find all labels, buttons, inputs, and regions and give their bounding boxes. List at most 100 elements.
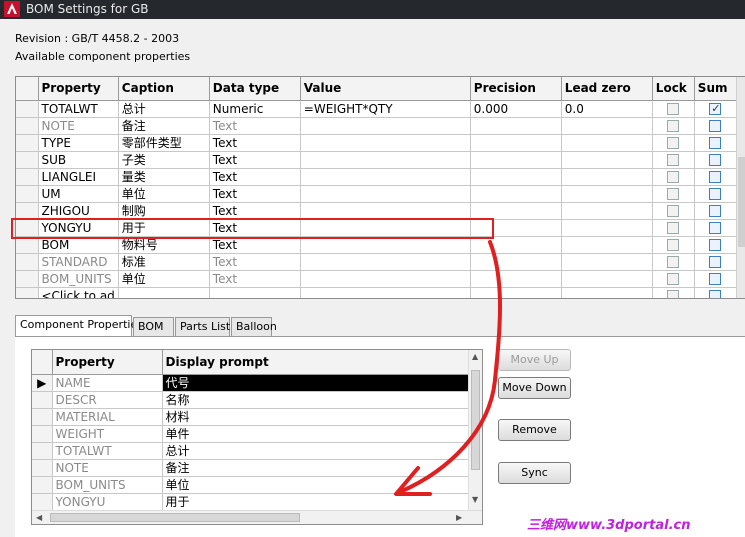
scroll-up-arrow-icon[interactable]: ▲ [472,352,478,361]
value-cell[interactable] [300,185,471,203]
caption-cell[interactable]: 备注 [118,117,210,135]
scroll-right-arrow-icon[interactable]: ▶ [456,513,462,522]
column-header-value[interactable]: Value [300,77,471,101]
property-cell[interactable]: LIANGLEI [38,168,119,186]
caption-cell[interactable]: 单位 [118,270,210,288]
table-row[interactable]: TOTALWT 总计 [32,442,469,460]
sum-checkbox[interactable] [709,273,722,285]
property-cell[interactable]: TOTALWT [52,442,163,460]
property-cell[interactable]: YONGYU [38,219,119,237]
scroll-thumb[interactable] [50,513,300,522]
property-cell[interactable]: TYPE [38,134,119,152]
move-up-button[interactable]: Move Up [498,349,571,371]
data-type-cell[interactable] [209,287,301,298]
lead-zero-cell[interactable] [561,270,653,288]
precision-cell[interactable] [470,185,562,203]
value-cell[interactable] [300,168,471,186]
lock-checkbox[interactable] [667,256,680,268]
scroll-down-arrow-icon[interactable]: ▼ [472,495,478,504]
data-type-cell[interactable]: Text [209,168,301,186]
column-header-precision[interactable]: Precision [470,77,562,101]
scroll-left-arrow-icon[interactable]: ◀ [36,513,42,522]
precision-cell[interactable] [470,287,562,298]
sum-checkbox[interactable] [709,290,722,298]
value-cell[interactable] [300,236,471,254]
table-row[interactable]: LIANGLEI 量类 Text [16,168,737,186]
prompt-grid-vertical-scrollbar[interactable]: ▲ ▼ [468,350,482,510]
lock-checkbox[interactable] [667,273,680,285]
lead-zero-cell[interactable] [561,185,653,203]
table-row[interactable]: BOM_UNITS 单位 Text [16,270,737,288]
property-cell[interactable]: NOTE [52,459,163,477]
row-header[interactable] [16,253,39,271]
precision-cell[interactable] [470,202,562,220]
property-cell[interactable]: ZHIGOU [38,202,119,220]
data-type-cell[interactable]: Numeric [209,100,301,118]
property-cell[interactable]: NAME [52,374,163,392]
lock-checkbox[interactable] [667,103,680,115]
lead-zero-cell[interactable] [561,287,653,298]
table-row[interactable]: BOM 物料号 Text [16,236,737,254]
scroll-thumb[interactable] [471,370,480,470]
precision-cell[interactable]: 0.000 [470,100,562,118]
display-prompt-cell[interactable]: 名称 [162,391,469,409]
caption-cell[interactable]: 零部件类型 [118,134,210,152]
row-header[interactable]: ▶ [32,374,53,392]
data-type-cell[interactable]: Text [209,236,301,254]
display-prompt-cell[interactable]: 用于 [162,493,469,511]
caption-cell[interactable]: 单位 [118,185,210,203]
table-row[interactable]: STANDARD 标准 Text [16,253,737,271]
row-header[interactable] [32,442,53,460]
property-cell[interactable]: <Click to ad [38,287,119,298]
precision-cell[interactable] [470,134,562,152]
sum-checkbox[interactable] [709,154,722,166]
display-prompt-cell[interactable]: 备注 [162,459,469,477]
prompt-grid-horizontal-scrollbar[interactable]: ◀ ▶ [32,510,482,524]
precision-cell[interactable] [470,253,562,271]
property-cell[interactable]: MATERIAL [52,408,163,426]
sum-checkbox[interactable] [709,101,722,116]
column-header-property[interactable]: Property [38,77,119,101]
row-header[interactable] [16,151,39,169]
data-type-cell[interactable]: Text [209,134,301,152]
sum-checkbox[interactable] [709,256,722,268]
sync-button[interactable]: Sync [498,462,571,484]
lock-checkbox[interactable] [667,188,680,200]
lock-checkbox[interactable] [667,120,680,132]
caption-cell[interactable]: 总计 [118,100,210,118]
property-cell[interactable]: SUB [38,151,119,169]
row-header[interactable] [16,236,39,254]
table-row[interactable]: MATERIAL 材料 [32,408,469,426]
row-header[interactable] [16,185,39,203]
table-row[interactable]: NOTE 备注 [32,459,469,477]
lead-zero-cell[interactable] [561,168,653,186]
lead-zero-cell[interactable]: 0.0 [561,100,653,118]
caption-cell[interactable]: 标准 [118,253,210,271]
value-cell[interactable] [300,219,471,237]
row-header[interactable] [32,493,53,511]
row-header[interactable] [16,168,39,186]
lead-zero-cell[interactable] [561,151,653,169]
component-properties-grid[interactable]: Property Caption Data type Value Precisi… [15,76,745,299]
precision-cell[interactable] [470,117,562,135]
column-header-lead-zero[interactable]: Lead zero [561,77,653,101]
value-cell[interactable] [300,151,471,169]
row-header[interactable] [16,202,39,220]
row-header[interactable] [32,459,53,477]
lock-checkbox[interactable] [667,171,680,183]
table-row[interactable]: NOTE 备注 Text [16,117,737,135]
tab-balloon[interactable]: Balloon [231,317,277,336]
value-cell[interactable] [300,253,471,271]
table-row[interactable]: BOM_UNITS 单位 [32,476,469,494]
tab-parts-list[interactable]: Parts List [175,317,230,336]
sum-checkbox[interactable] [709,222,722,234]
data-type-cell[interactable]: Text [209,185,301,203]
value-cell[interactable] [300,270,471,288]
value-cell[interactable]: =WEIGHT*QTY [300,100,471,118]
row-header[interactable] [16,134,39,152]
remove-button[interactable]: Remove [498,419,571,441]
lead-zero-cell[interactable] [561,202,653,220]
table-row[interactable]: <Click to ad [16,287,737,298]
caption-cell[interactable] [118,287,210,298]
lock-checkbox[interactable] [667,239,680,251]
